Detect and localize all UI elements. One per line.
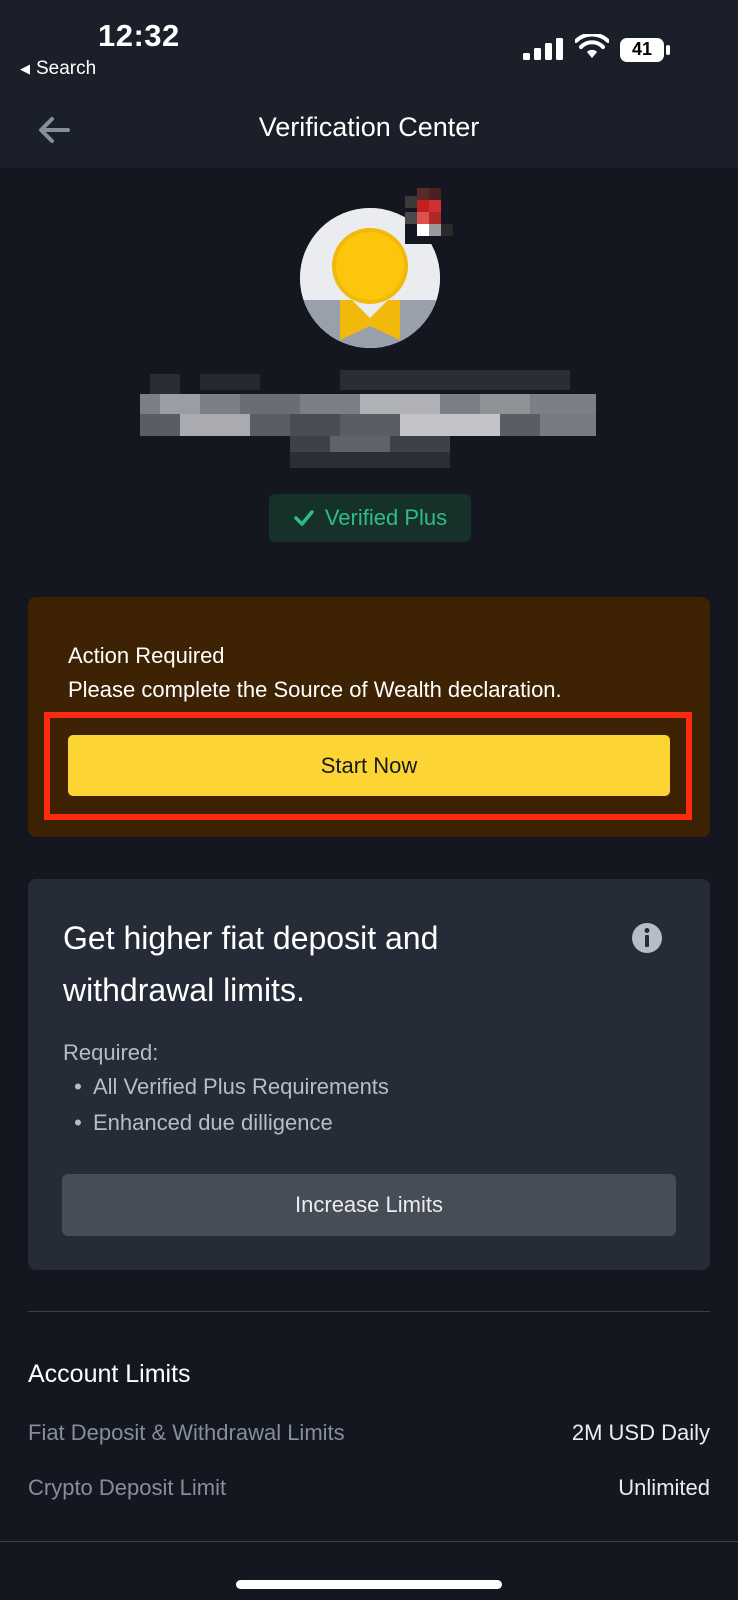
- bottom-divider: [0, 1541, 738, 1542]
- crypto-limit-value: Unlimited: [618, 1475, 710, 1500]
- red-highlight-box: [44, 712, 692, 820]
- action-required-description: Please complete the Source of Wealth dec…: [68, 677, 562, 702]
- battery-level: 41: [631, 39, 653, 59]
- back-triangle-icon: ◀: [20, 61, 30, 76]
- verified-plus-badge: Verified Plus: [269, 494, 471, 542]
- wifi-icon: [575, 34, 609, 58]
- action-required-title: Action Required: [68, 643, 225, 668]
- verified-plus-label: Verified Plus: [324, 505, 448, 530]
- status-time: 12:32: [98, 18, 180, 53]
- back-to-search[interactable]: ◀ Search: [20, 58, 96, 80]
- required-label: Required:: [63, 1040, 159, 1065]
- checkmark-icon: [294, 510, 314, 526]
- page-title: Verification Center: [258, 112, 480, 142]
- requirements-list: • All Verified Plus Requirements • Enhance…: [63, 1074, 389, 1146]
- requirement-item: • Enhanced due dilligence: [74, 1110, 333, 1135]
- crypto-limit-label: Crypto Deposit Limit: [28, 1475, 227, 1500]
- home-indicator[interactable]: [236, 1580, 502, 1589]
- top-nav-bar: Verification Center: [0, 90, 738, 168]
- info-icon[interactable]: [631, 922, 663, 954]
- section-divider: [28, 1311, 710, 1312]
- battery-icon: 41: [619, 37, 671, 63]
- redacted-username: [140, 370, 596, 468]
- avatar-badge-pixelated: [405, 188, 461, 244]
- increase-limits-button[interactable]: Increase Limits: [62, 1174, 676, 1236]
- higher-limits-title: Get higher fiat deposit and withdrawal l…: [63, 920, 439, 1008]
- account-limits-title: Account Limits: [28, 1360, 191, 1388]
- status-bar: 12:32 ◀ Search 41: [0, 0, 738, 90]
- signal-icon: [523, 38, 563, 60]
- requirement-text: Enhanced due dilligence: [93, 1110, 333, 1135]
- back-to-search-label: Search: [36, 58, 97, 79]
- requirement-text: All Verified Plus Requirements: [93, 1074, 389, 1099]
- fiat-limit-value: 2M USD Daily: [571, 1420, 710, 1445]
- fiat-limit-label: Fiat Deposit & Withdrawal Limits: [28, 1420, 345, 1445]
- requirement-item: • All Verified Plus Requirements: [74, 1074, 389, 1099]
